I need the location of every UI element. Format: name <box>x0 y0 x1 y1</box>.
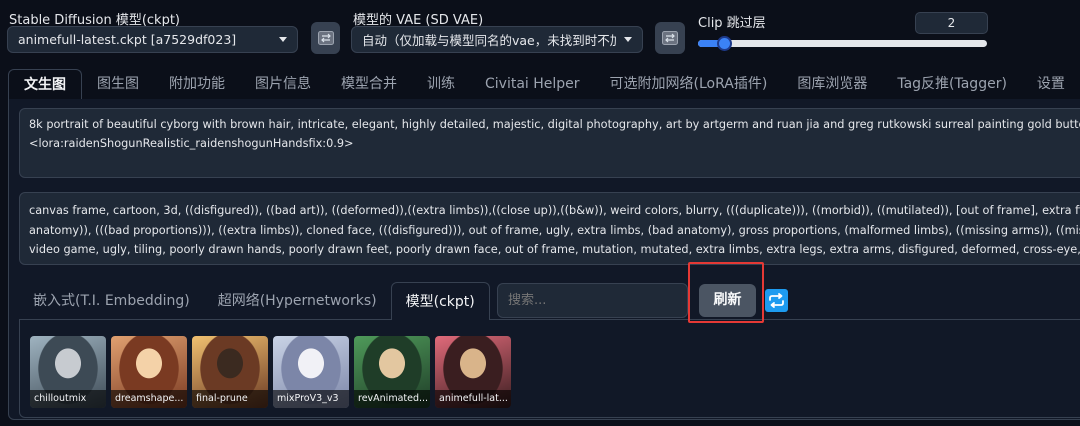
model-card[interactable]: dreamshape... <box>111 336 187 408</box>
model-card-label: animefull-lat... <box>435 390 511 408</box>
model-card[interactable]: mixProV3_v3 <box>273 336 349 408</box>
tab-3[interactable]: 图片信息 <box>240 69 326 100</box>
model-card-label: chilloutmix <box>30 390 106 408</box>
model-card-label: final-prune <box>192 390 268 408</box>
model-refresh-button[interactable] <box>311 22 340 54</box>
negative-prompt-line: canvas frame, cartoon, 3d, ((disfigured)… <box>29 204 1080 217</box>
model-card[interactable]: revAnimated... <box>354 336 430 408</box>
prompt-line: <lora:raidenShogunRealistic_raidenshogun… <box>29 137 354 150</box>
network-tabs: 嵌入式(T.I. Embedding) 超网络(Hypernetworks) 模型(… <box>19 282 548 320</box>
network-tab-1[interactable]: 超网络(Hypernetworks) <box>204 282 391 320</box>
tab-4[interactable]: 模型合并 <box>326 69 412 100</box>
clip-label: Clip 跳过层 <box>698 16 766 31</box>
model-card[interactable]: final-prune <box>192 336 268 408</box>
search-input[interactable] <box>497 283 688 318</box>
negative-prompt-textarea[interactable]: canvas frame, cartoon, 3d, ((disfigured)… <box>19 192 1080 265</box>
model-card[interactable]: animefull-lat... <box>435 336 511 408</box>
refresh-icon <box>317 31 334 45</box>
model-select-value: animefull-latest.ckpt [a7529df023] <box>18 32 237 47</box>
tab-10[interactable]: 设置 <box>1022 69 1080 100</box>
tab-9[interactable]: Tag反推(Tagger) <box>882 69 1022 100</box>
network-tab-2[interactable]: 模型(ckpt) <box>390 282 490 320</box>
sync-button[interactable] <box>765 289 788 312</box>
model-card-label: revAnimated... <box>354 390 430 408</box>
tab-6[interactable]: Civitai Helper <box>470 69 595 100</box>
main-tabs: 文生图 图生图 附加功能 图片信息 模型合并 训练 Civitai Helper 可选附加网络… <box>8 68 1080 100</box>
chevron-down-icon <box>279 37 287 42</box>
network-tab-0[interactable]: 嵌入式(T.I. Embedding) <box>19 282 204 320</box>
vae-select-value: 自动（仅加载与模型同名的vae，未找到时不加 <box>362 33 616 48</box>
negative-prompt-line: video game, ugly, tiling, poorly drawn h… <box>29 243 1080 256</box>
vae-select[interactable]: 自动（仅加载与模型同名的vae，未找到时不加 <box>351 26 643 53</box>
sync-icon <box>769 293 784 308</box>
clip-slider-thumb[interactable] <box>717 36 732 51</box>
model-card[interactable]: chilloutmix <box>30 336 106 408</box>
tab-1[interactable]: 图生图 <box>82 69 154 100</box>
refresh-icon <box>662 31 678 45</box>
prompt-line: 8k portrait of beautiful cyborg with bro… <box>29 118 1080 131</box>
prompt-textarea[interactable]: 8k portrait of beautiful cyborg with bro… <box>19 108 1080 178</box>
tab-7[interactable]: 可选附加网络(LoRA插件) <box>595 69 783 100</box>
vae-refresh-button[interactable] <box>655 22 685 54</box>
clip-number-input[interactable]: 2 <box>915 12 988 34</box>
model-card-label: dreamshape... <box>111 390 187 408</box>
tab-2[interactable]: 附加功能 <box>154 69 240 100</box>
negative-prompt-line: anatomy)), (((bad proportions))), ((extr… <box>29 223 1080 237</box>
tab-8[interactable]: 图库浏览器 <box>782 69 882 100</box>
model-select[interactable]: animefull-latest.ckpt [a7529df023] <box>7 26 298 53</box>
chevron-down-icon <box>624 37 632 42</box>
refresh-button[interactable]: 刷新 <box>699 284 756 317</box>
tab-5[interactable]: 训练 <box>412 69 470 100</box>
clip-slider-track[interactable] <box>698 36 987 51</box>
model-card-label: mixProV3_v3 <box>273 390 349 408</box>
tab-0[interactable]: 文生图 <box>8 69 82 100</box>
